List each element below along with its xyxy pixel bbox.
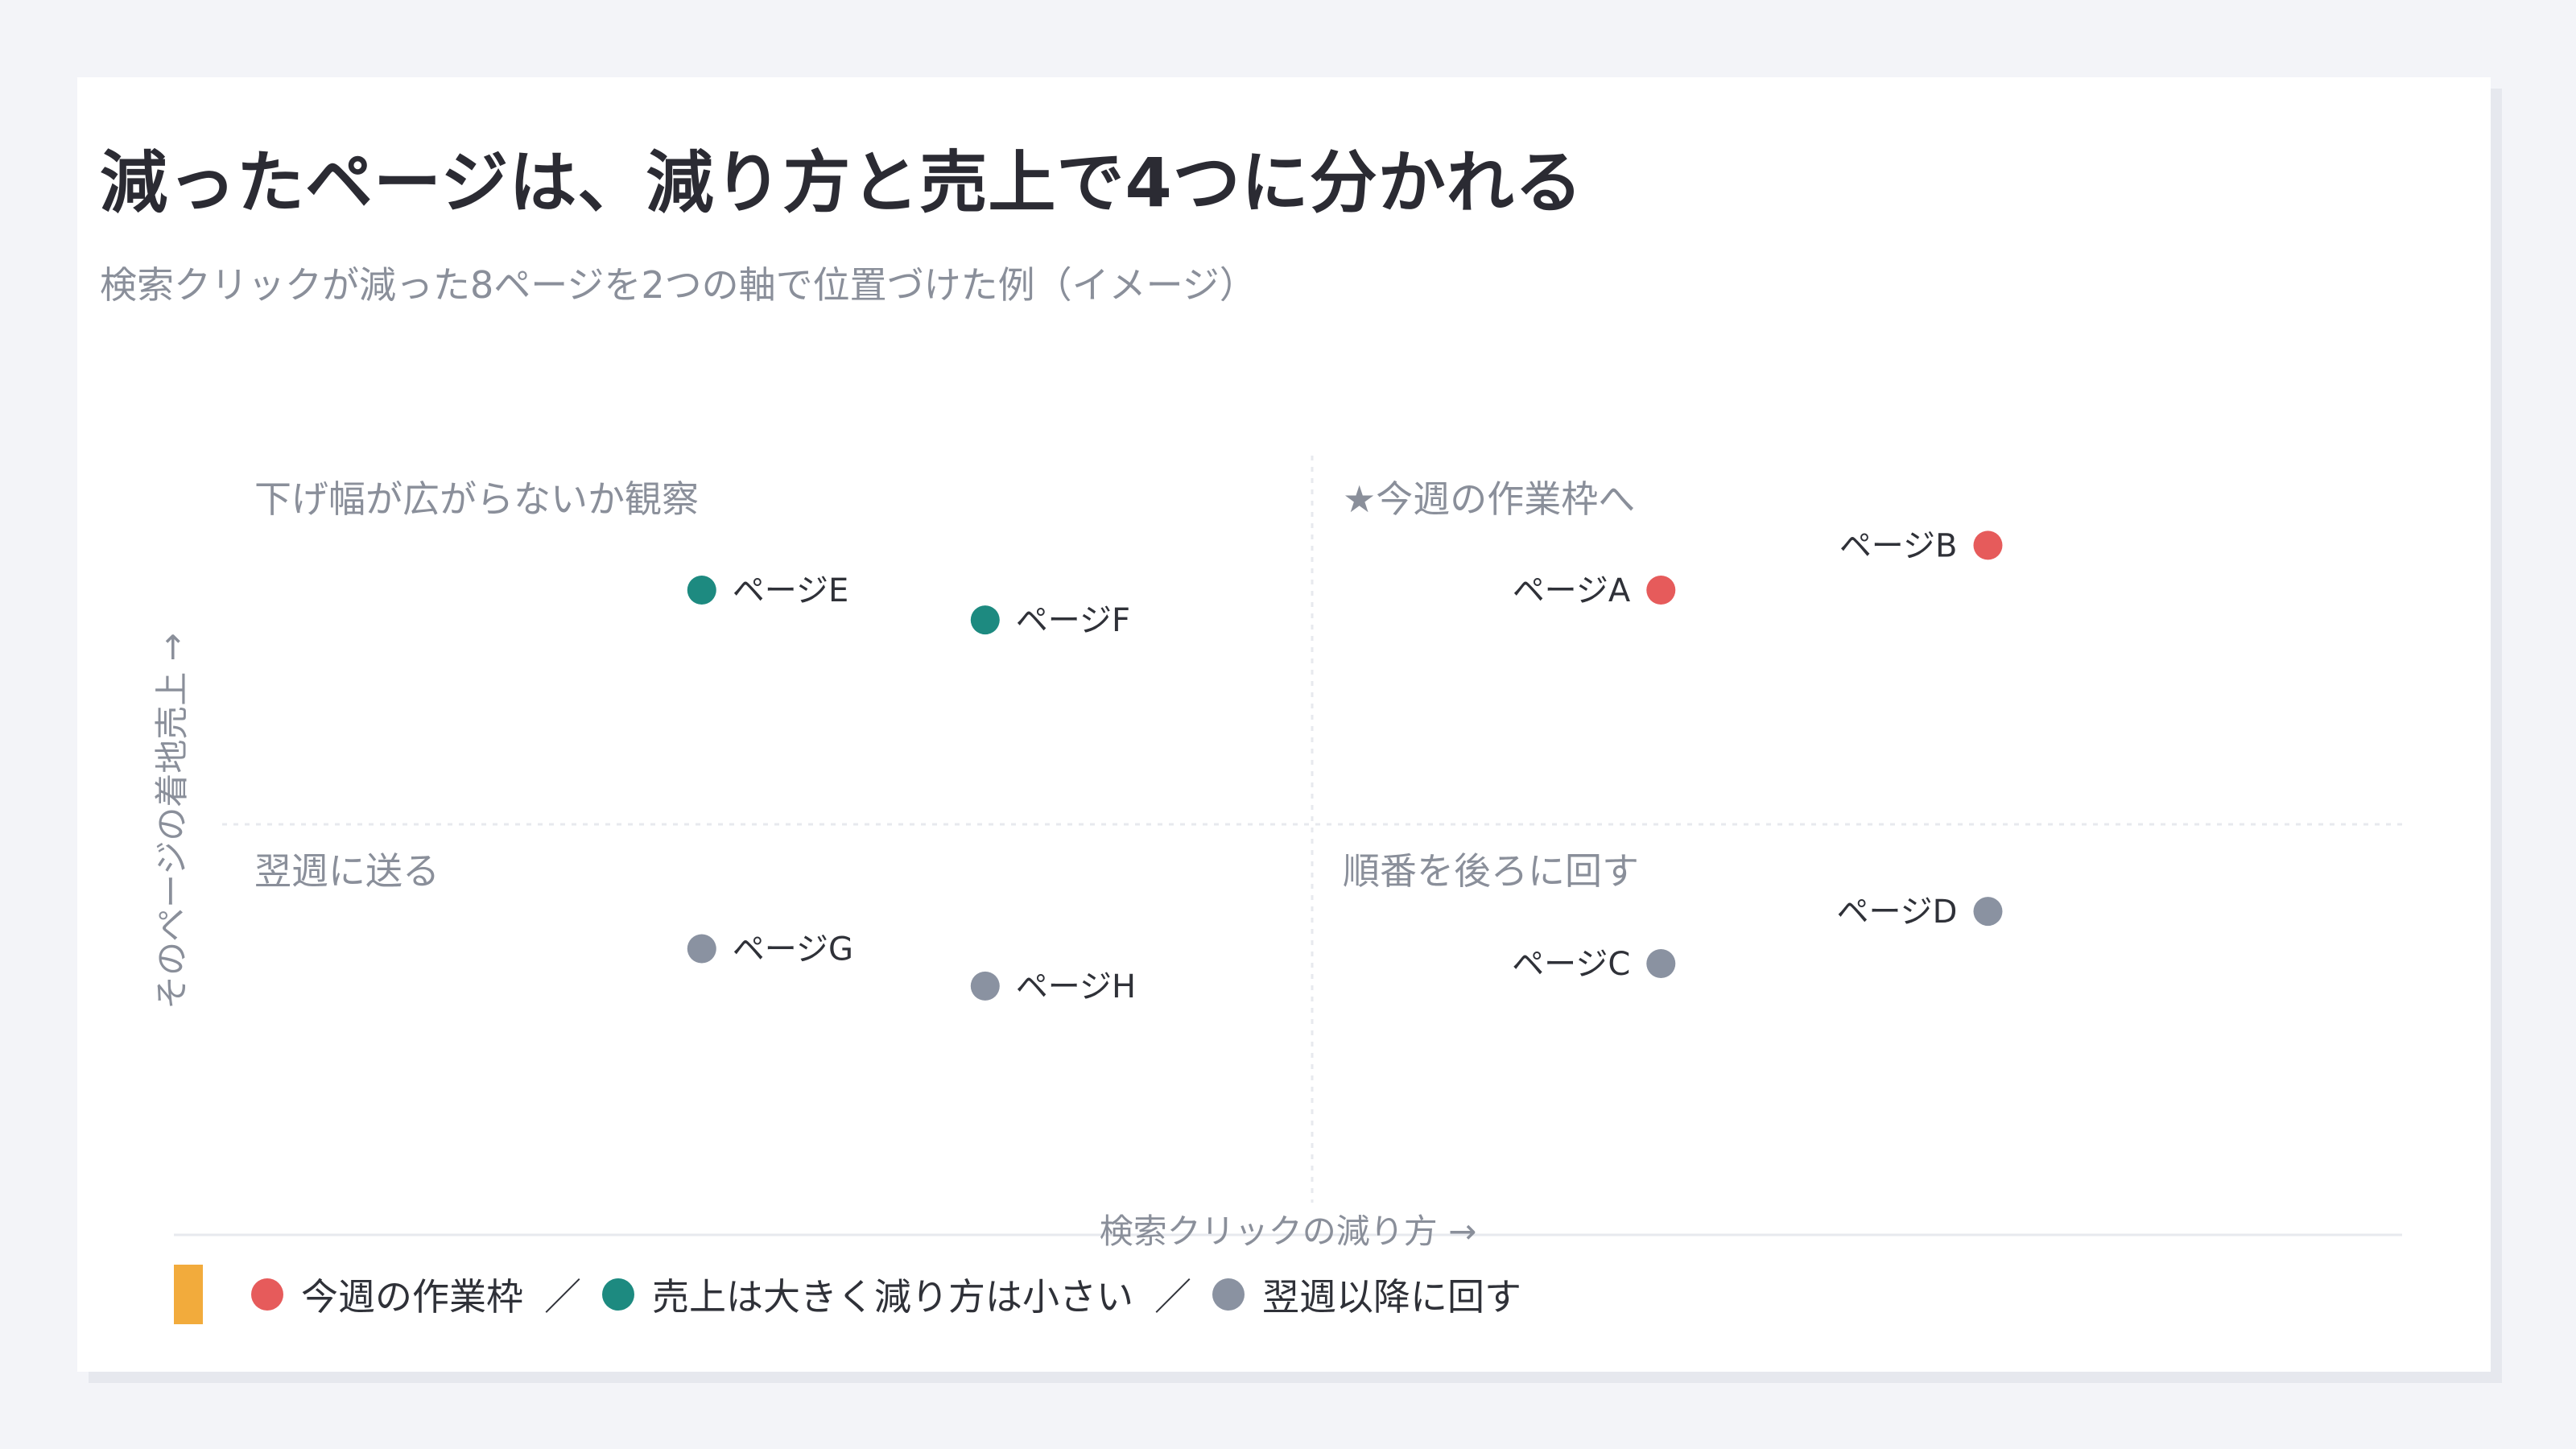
legend-item-later: 翌週以降に回す [1212,1268,1521,1321]
scatter-point [970,971,1000,1001]
legend-item-sales-big: 売上は大きく減り方は小さい [602,1268,1133,1321]
point-label: ページA [1513,572,1631,609]
scatter-point-group: ページA [1513,572,1676,609]
scatter-point [1973,897,2003,927]
scatter-point-group: ページC [1512,946,1676,983]
quadrant-label-top-left: 下げ幅が広がらないか観察 [254,477,699,521]
scatter-point [970,605,1000,635]
point-label: ページB [1839,527,1958,564]
point-label: ページH [1016,968,1136,1005]
legend-dot-this-week [251,1278,283,1311]
plot-grid [174,456,2402,1236]
legend-accent-bar [174,1265,203,1324]
scatter-point-group: ページB [1839,527,2003,564]
legend: 今週の作業枠 ／ 売上は大きく減り方は小さい ／ 翌週以降に回す [174,1262,1521,1327]
quadrant-label-bottom-right: 順番を後ろに回す [1343,849,1639,893]
legend-item-this-week: 今週の作業枠 [251,1268,523,1321]
point-label: ページG [733,931,853,968]
point-label: ページD [1836,894,1957,931]
point-label: ページC [1512,946,1630,983]
legend-label-later: 翌週以降に回す [1262,1275,1521,1319]
data-points: ページA ページB ページC ページD ページE ページF ページG ページH [687,527,2003,1005]
scatter-point-group: ページH [970,968,1136,1005]
scatter-point [687,576,716,605]
scatter-point-group: ページD [1836,894,2003,931]
scatter-point [687,934,716,964]
point-label: ページF [1016,602,1130,639]
legend-separator: ／ [1154,1275,1191,1319]
quadrant-label-top-right: ★今週の作業枠へ [1343,477,1635,521]
x-axis-label: 検索クリックの減り方 → [1100,1212,1477,1251]
legend-dot-later [1212,1278,1245,1311]
legend-dot-sales-big [602,1278,634,1311]
scatter-point [1646,949,1676,979]
scatter-point [1973,530,2003,560]
point-label: ページE [733,572,848,609]
scatter-plot: 下げ幅が広がらないか観察 ★今週の作業枠へ 翌週に送る 順番を後ろに回す ページ… [152,456,2402,1251]
scatter-point-group: ページF [970,602,1130,639]
y-axis-label: そのページの着地売上 → [152,633,192,1009]
scatter-point-group: ページE [687,572,848,609]
quadrant-label-bottom-left: 翌週に送る [254,849,440,893]
scatter-point-group: ページG [687,931,853,968]
legend-label-this-week: 今週の作業枠 [301,1275,523,1319]
legend-separator: ／ [544,1275,581,1319]
legend-label-sales-big: 売上は大きく減り方は小さい [652,1275,1133,1319]
scatter-point [1646,576,1676,605]
